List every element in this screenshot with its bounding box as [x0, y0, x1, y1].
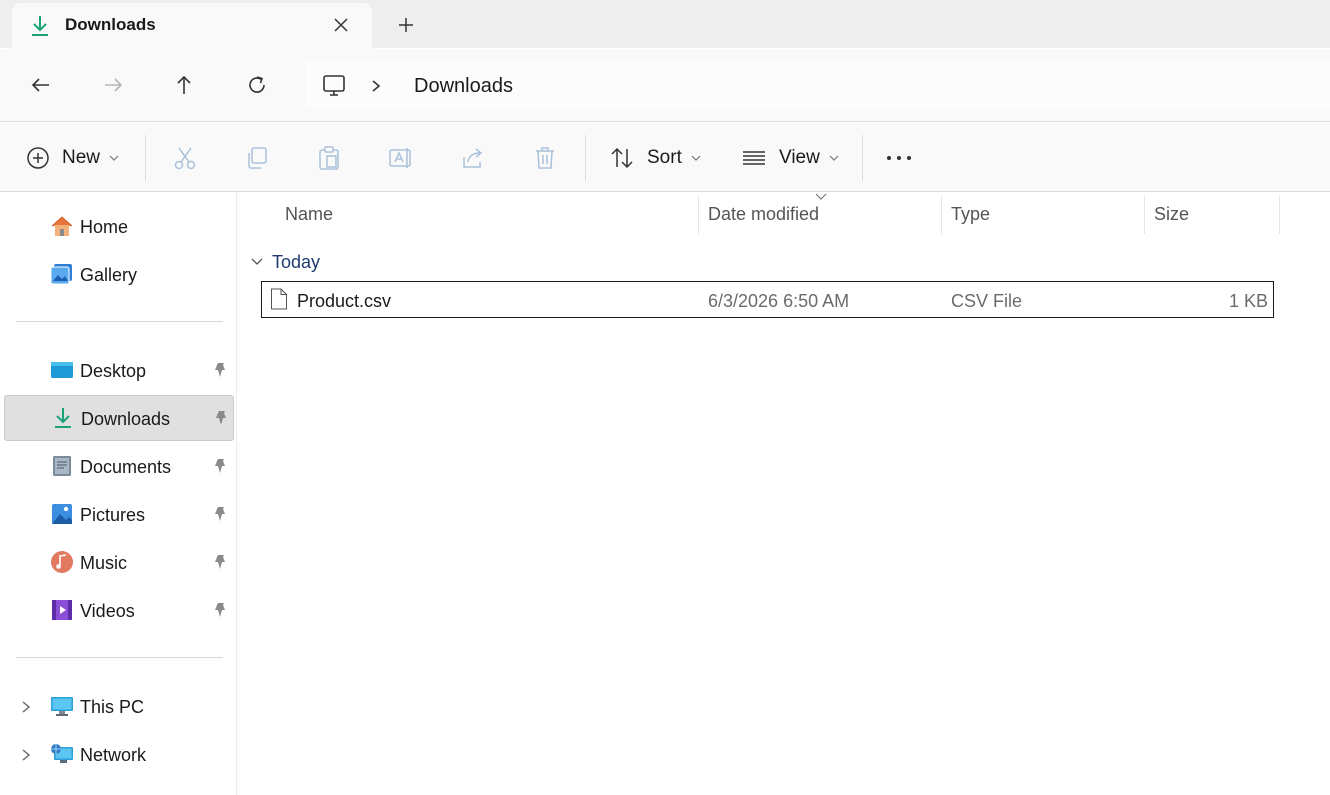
column-divider[interactable] [1279, 196, 1280, 234]
network-icon [51, 744, 73, 763]
view-lines-icon [743, 151, 765, 165]
navigation-pane: Home Gallery Desktop Downloads Documents… [0, 192, 237, 795]
sidebar-divider [16, 321, 223, 322]
sidebar-item-label: Network [80, 745, 147, 765]
chevron-down-icon [251, 258, 263, 265]
chevron-down-icon [109, 155, 119, 161]
plus-circle-icon [27, 147, 49, 169]
sidebar-item-label: Desktop [80, 361, 147, 381]
file-date-modified: 6/3/2026 6:50 AM [708, 291, 850, 311]
sort-label: Sort [647, 147, 682, 168]
music-folder-icon [51, 551, 73, 573]
documents-folder-icon [53, 456, 71, 476]
group-label: Today [272, 251, 321, 272]
pin-icon[interactable] [212, 458, 228, 474]
address-bar[interactable]: Downloads [306, 61, 1330, 109]
cut-icon[interactable] [172, 145, 198, 171]
copy-icon[interactable] [244, 145, 270, 171]
sidebar-item-documents[interactable]: Documents [4, 444, 234, 490]
sort-descending-icon [815, 193, 827, 200]
sidebar-item-label: Music [80, 553, 128, 573]
toolbar-divider [862, 135, 863, 181]
sidebar-divider [16, 657, 223, 658]
pin-icon[interactable] [212, 506, 228, 522]
this-pc-icon [51, 697, 73, 716]
sidebar-item-pictures[interactable]: Pictures [4, 492, 234, 538]
sidebar-item-music[interactable]: Music [4, 540, 234, 586]
chevron-right-icon[interactable] [20, 699, 32, 715]
file-row-product-csv[interactable]: Product.csv 6/3/2026 6:50 AM CSV File 1 … [261, 281, 1274, 318]
command-bar: New Sort View [0, 123, 1330, 191]
sidebar-item-videos[interactable]: Videos [4, 588, 234, 634]
delete-icon[interactable] [532, 145, 558, 171]
column-divider[interactable] [941, 196, 942, 234]
home-icon [51, 216, 73, 236]
toolbar-divider [145, 135, 146, 181]
sidebar-item-label: This PC [80, 697, 145, 717]
file-type: CSV File [951, 291, 1023, 311]
pin-icon[interactable] [212, 362, 228, 378]
sidebar-item-network[interactable]: Network [4, 732, 234, 778]
download-icon [32, 16, 48, 36]
sidebar-item-label: Home [80, 217, 129, 237]
navigation-bar: Downloads [0, 49, 1330, 121]
sidebar-item-home[interactable]: Home [4, 204, 234, 250]
more-icon[interactable] [886, 145, 912, 171]
view-label: View [779, 147, 820, 168]
sidebar-item-label: Pictures [80, 505, 146, 525]
column-header-size[interactable]: Size [1154, 204, 1189, 225]
group-header-today[interactable]: Today [250, 250, 320, 274]
downloads-folder-icon [55, 408, 71, 428]
sidebar-item-desktop[interactable]: Desktop [4, 348, 234, 394]
chevron-down-icon [829, 155, 839, 161]
column-divider[interactable] [698, 196, 699, 234]
sidebar-item-label: Videos [80, 601, 135, 621]
tab-title: Downloads [65, 15, 156, 34]
rename-icon[interactable] [388, 145, 414, 171]
breadcrumb-downloads[interactable]: Downloads [414, 75, 513, 98]
file-list: Name Date modified Type Size Today Produ… [238, 192, 1330, 795]
column-header-date-modified[interactable]: Date modified [708, 204, 819, 225]
tab-downloads[interactable]: Downloads [12, 3, 372, 49]
sidebar-item-label: Documents [80, 457, 172, 477]
chevron-down-icon [691, 155, 701, 161]
column-divider[interactable] [1144, 196, 1145, 234]
chevron-right-icon[interactable] [20, 747, 32, 763]
sidebar-item-label: Gallery [80, 265, 138, 285]
back-arrow-icon[interactable] [28, 72, 54, 98]
sort-button[interactable]: Sort [609, 143, 701, 173]
sort-icon [611, 147, 633, 169]
divider [0, 121, 1330, 122]
file-icon [271, 288, 287, 310]
pin-icon[interactable] [213, 410, 229, 426]
sidebar-item-this-pc[interactable]: This PC [4, 684, 234, 730]
sidebar-item-label: Downloads [81, 409, 171, 429]
chevron-right-icon[interactable] [368, 77, 384, 95]
new-label: New [62, 147, 101, 168]
column-header-name[interactable]: Name [285, 204, 333, 225]
add-tab-icon[interactable] [394, 13, 418, 37]
toolbar-divider [585, 135, 586, 181]
pin-icon[interactable] [212, 554, 228, 570]
pin-icon[interactable] [212, 602, 228, 618]
share-icon[interactable] [460, 145, 486, 171]
videos-folder-icon [52, 600, 72, 620]
view-button[interactable]: View [741, 143, 839, 173]
close-icon[interactable] [329, 13, 353, 37]
file-size: 1 KB [1228, 291, 1268, 311]
new-button[interactable]: New [26, 143, 119, 173]
sidebar-item-gallery[interactable]: Gallery [4, 252, 234, 298]
monitor-icon[interactable] [320, 73, 348, 99]
paste-icon[interactable] [316, 145, 342, 171]
pictures-folder-icon [52, 504, 72, 524]
sidebar-item-downloads[interactable]: Downloads [4, 395, 234, 441]
refresh-icon[interactable] [244, 72, 270, 98]
forward-arrow-icon[interactable] [100, 72, 126, 98]
desktop-folder-icon [51, 362, 73, 378]
tab-strip: Downloads [0, 0, 1330, 49]
file-name: Product.csv [297, 291, 392, 311]
up-arrow-icon[interactable] [171, 72, 197, 98]
column-header-type[interactable]: Type [951, 204, 990, 225]
gallery-icon [50, 264, 72, 285]
